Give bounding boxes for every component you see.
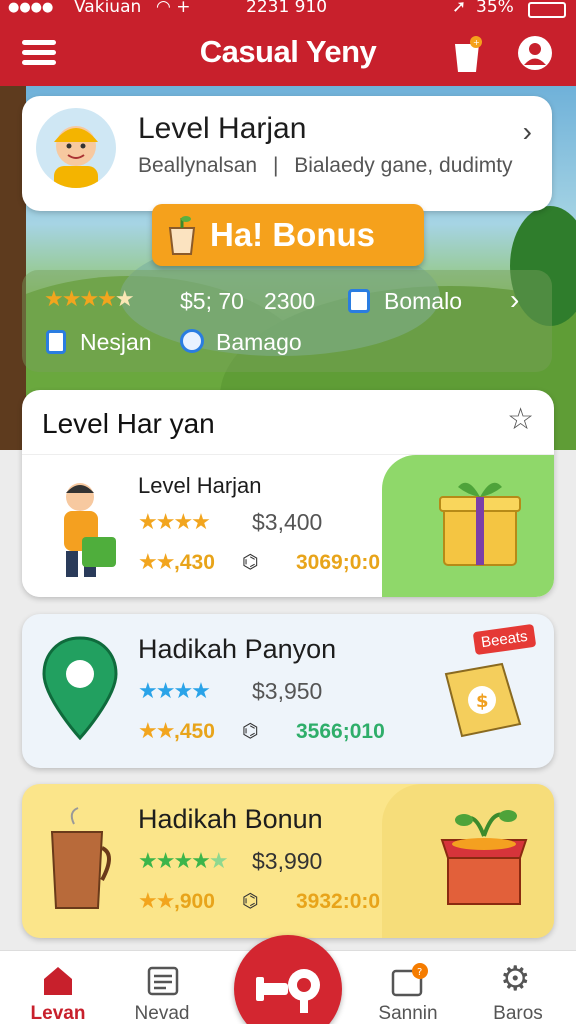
offer-3-price: $3,990 bbox=[252, 848, 323, 874]
offer-item-1[interactable]: Level Harjan ★★★★ $3,400 ★★ ,430 ⌬ 3069;… bbox=[22, 454, 554, 597]
tab-label-nevad: Nevad bbox=[134, 1003, 190, 1024]
profile-subtitle-right: Bialaedy gane, dudimty bbox=[294, 154, 513, 177]
offer-1-price: $3,400 bbox=[252, 509, 323, 535]
offer-2-sub-value: ,450 bbox=[174, 720, 215, 743]
nesjan-label: Nesjan bbox=[80, 329, 152, 355]
profile-card[interactable]: Level Harjan Beallynalsan | Bialaedy gan… bbox=[22, 96, 552, 211]
offer-2-price: $3,950 bbox=[252, 678, 323, 704]
signal-icon: ●●●● bbox=[8, 0, 54, 15]
tab-label-baros: Baros bbox=[493, 1003, 543, 1024]
divider: | bbox=[272, 154, 279, 177]
offer-item-2[interactable]: Hadikah Panyon ★★★★ $3,950 ★★ ,450 ⌬ 356… bbox=[22, 614, 554, 768]
battery-percent: 35% bbox=[476, 0, 514, 17]
stats-chevron-icon[interactable]: › bbox=[510, 284, 519, 316]
bamago-label: Bamago bbox=[216, 329, 302, 355]
offer-3-link-icon: ⌬ bbox=[242, 891, 259, 912]
tab-label-levan: Levan bbox=[30, 1003, 86, 1024]
offer-2-stars: ★★★★ bbox=[138, 678, 211, 703]
bonus-label: Ha! Bonus bbox=[210, 216, 375, 253]
svg-text:$: $ bbox=[476, 691, 489, 712]
location-icon: ➚ bbox=[452, 0, 467, 17]
offer-3-stars: ★★★★★ bbox=[138, 848, 229, 873]
offer-1-link-icon: ⌬ bbox=[242, 552, 259, 573]
iced-tea-icon bbox=[50, 807, 111, 909]
offer-1-sub-value: ,430 bbox=[174, 551, 215, 574]
app-header: Casual Yeny + bbox=[0, 22, 576, 86]
bamago-icon bbox=[180, 329, 204, 353]
center-action-button[interactable] bbox=[234, 935, 342, 1024]
stats-panel: ★★★★★ $5; 70 2300 Bomalo › Nesjan Bamago bbox=[22, 270, 552, 372]
list-icon bbox=[147, 966, 179, 996]
offer-2-link-icon: ⌬ bbox=[242, 721, 259, 742]
offer-3-code: 3932:0:0 bbox=[296, 890, 381, 913]
notification-card-icon: ? bbox=[391, 963, 428, 997]
key-icon bbox=[256, 969, 320, 1013]
tab-nevad[interactable]: Nevad bbox=[112, 951, 212, 1024]
offer-3-sub-value: ,900 bbox=[174, 890, 215, 913]
offer-3-name: Hadikah Bonun bbox=[138, 804, 323, 834]
offer-2-code: 3566;010 bbox=[296, 720, 385, 743]
offer-2-name: Hadikah Panyon bbox=[138, 634, 337, 664]
tab-label-sannin: Sannin bbox=[378, 1003, 438, 1024]
coupon-ticket-icon: $ bbox=[444, 662, 522, 738]
nesjan-icon bbox=[46, 330, 66, 354]
offer-1-name: Level Harjan bbox=[138, 473, 262, 498]
profile-subtitle: Beallynalsan | Bialaedy gane, dudimty bbox=[138, 154, 513, 178]
red-gift-box-icon bbox=[440, 810, 528, 905]
offer-item-3[interactable]: Hadikah Bonun ★★★★★ $3,990 ★★ ,900 ⌬ 393… bbox=[22, 784, 554, 938]
bonus-banner[interactable]: Ha! Bonus bbox=[152, 204, 424, 266]
favorite-star-icon[interactable]: ☆ bbox=[507, 402, 534, 437]
offer-2-sub-stars: ★★ bbox=[138, 718, 175, 743]
tab-levan[interactable]: Levan bbox=[8, 951, 108, 1024]
offer-1-sub-stars: ★★ bbox=[138, 549, 175, 574]
chevron-right-icon[interactable]: › bbox=[523, 116, 532, 148]
section-title: Level Har yan bbox=[42, 408, 215, 439]
profile-subtitle-left: Beallynalsan bbox=[138, 154, 258, 177]
offer-2-badge: Beeats bbox=[472, 623, 537, 656]
profile-title: Level Harjan bbox=[138, 112, 307, 145]
wifi-icon: ◠ + bbox=[156, 0, 191, 17]
offer-1-code: 3069;0:0 bbox=[296, 551, 381, 574]
carrier-label: Vakiuan bbox=[74, 0, 142, 17]
gift-box-icon bbox=[439, 482, 521, 566]
bomalo-icon bbox=[348, 289, 370, 313]
cup-icon[interactable]: + bbox=[452, 36, 482, 74]
bomalo-label: Bomalo bbox=[384, 288, 462, 314]
battery-icon bbox=[528, 2, 566, 18]
status-bar: ●●●● Vakiuan ◠ + 2231 910 ➚ 35% bbox=[0, 0, 576, 22]
svg-text:?: ? bbox=[417, 967, 422, 978]
home-icon bbox=[44, 967, 72, 995]
user-avatar-icon[interactable] bbox=[518, 36, 552, 70]
offer-1-stars: ★★★★ bbox=[138, 509, 211, 534]
offer-3-sub-stars: ★★ bbox=[138, 888, 175, 913]
drink-cup-icon bbox=[168, 216, 196, 255]
player-avatar bbox=[36, 108, 116, 188]
svg-text:+: + bbox=[473, 38, 480, 47]
shopper-illustration bbox=[64, 483, 116, 577]
tab-baros[interactable]: ⚙ Baros bbox=[468, 951, 568, 1024]
stats-count: 2300 bbox=[264, 288, 316, 314]
stats-price: $5; 70 bbox=[180, 288, 244, 314]
location-pin-icon bbox=[42, 636, 118, 740]
app-title: Casual Yeny bbox=[199, 34, 377, 69]
tab-sannin[interactable]: ? Sannin bbox=[358, 951, 458, 1024]
rating-stars: ★★★★★ bbox=[44, 286, 135, 311]
section-card: Level Har yan ☆ Level Harjan ★★★★ $3,400… bbox=[22, 390, 554, 597]
gear-icon: ⚙ bbox=[500, 960, 531, 998]
status-time: 2231 910 bbox=[246, 0, 328, 17]
